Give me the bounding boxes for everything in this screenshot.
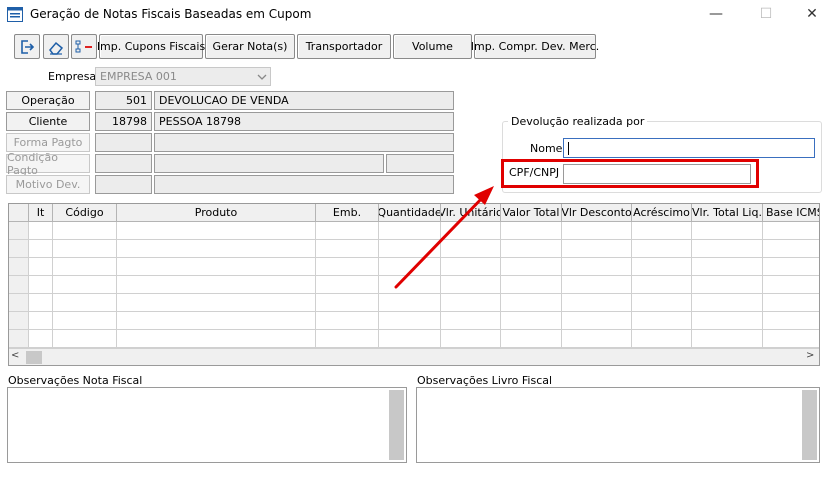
annotation-arrow bbox=[394, 186, 494, 289]
